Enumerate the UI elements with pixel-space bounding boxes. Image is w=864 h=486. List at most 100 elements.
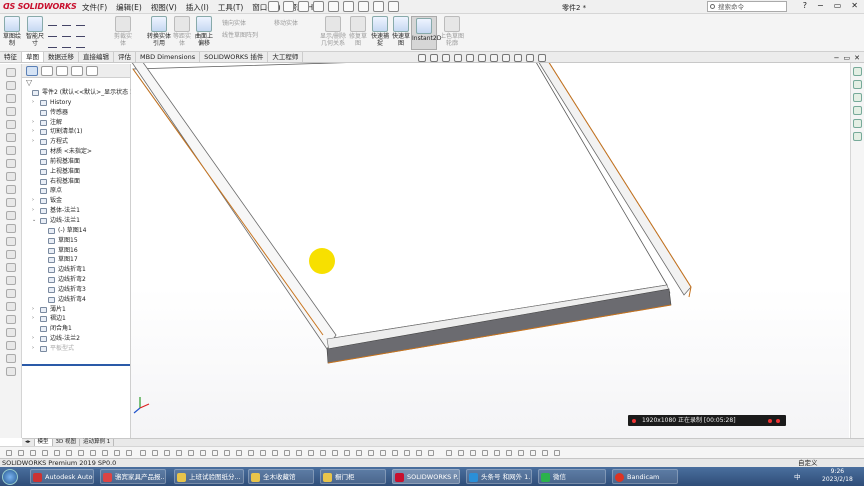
strip-icon[interactable] [5,172,16,181]
tree-node[interactable]: 前视基准面 [22,157,130,167]
tree-node[interactable]: 边线折弯4 [22,295,130,305]
tree-node[interactable]: (-) 草图14 [22,226,130,236]
tab-arrows[interactable]: ◂▸ [22,439,35,446]
tool-icon[interactable] [30,450,36,456]
taskbar-item-bandicam[interactable]: Bandicam [612,469,678,484]
tree-node[interactable]: 草图16 [22,246,130,256]
property-manager-tab-icon[interactable] [41,66,53,76]
menu-insert[interactable]: 插入(I) [186,2,209,13]
close-button[interactable]: ✕ [851,1,858,10]
mirror-entities-button[interactable]: 镜向实体 [222,18,246,27]
tree-node[interactable]: 上视基准面 [22,167,130,177]
display-manager-tab-icon[interactable] [86,66,98,76]
section-view-icon[interactable] [454,54,462,62]
repair-sketch-button[interactable]: 修复草图 [348,16,368,47]
tool-icon[interactable] [200,450,206,456]
strip-icon[interactable] [5,289,16,298]
quick-snaps-button[interactable]: 快速捕捉 [370,16,390,47]
tree-node[interactable]: 边线折弯3 [22,285,130,295]
open-icon[interactable] [298,1,309,12]
strip-icon[interactable] [5,159,16,168]
tree-node[interactable]: › 方程式 [22,137,130,147]
tab-engineer[interactable]: 大工程师 [268,52,304,62]
strip-icon[interactable] [5,354,16,363]
file-explorer-icon[interactable] [853,93,862,102]
tab-3d-views[interactable]: 3D 视图 [53,439,81,446]
move-entities-button[interactable]: 移动实体 [274,18,298,27]
select-icon[interactable] [358,1,369,12]
tool-icon[interactable] [356,450,362,456]
tool-icon[interactable] [482,450,488,456]
expand-arrow-icon[interactable]: › [32,206,34,216]
solidworks-resources-icon[interactable] [853,67,862,76]
tool-icon[interactable] [272,450,278,456]
tree-node[interactable]: 原点 [22,186,130,196]
display-relations-button[interactable]: 显示/删除几何关系 [318,16,348,47]
tool-icon[interactable] [6,450,12,456]
tool-icon[interactable] [224,450,230,456]
tool-icon[interactable] [320,450,326,456]
tab-data-migration[interactable]: 数据迁移 [44,52,79,62]
rebuild-icon[interactable] [373,1,384,12]
rollback-bar[interactable] [22,364,130,366]
tree-node[interactable]: › 平板型式 [22,344,130,354]
solidworks-logo[interactable]: ᗡS SOLIDWORKS [3,2,77,11]
menu-edit[interactable]: 编辑(E) [116,2,142,13]
tree-node[interactable]: › 切割清单(1) [22,127,130,137]
tool-icon[interactable] [212,450,218,456]
strip-icon[interactable] [5,341,16,350]
tree-node[interactable]: › 注解 [22,118,130,128]
tree-filter[interactable]: ▽ [22,78,130,88]
slot-icon[interactable] [76,18,85,26]
strip-icon[interactable] [5,250,16,259]
previous-view-icon[interactable] [442,54,450,62]
rapid-sketch-button[interactable]: 快速草图 [391,16,411,47]
expand-arrow-icon[interactable]: › [32,334,34,344]
tab-mbd-dimensions[interactable]: MBD Dimensions [136,52,201,62]
tree-node[interactable]: 右视基准面 [22,177,130,187]
taskbar-item-doc[interactable]: 骆宾家具产品报... [100,469,166,484]
expand-arrow-icon[interactable]: › [32,118,34,128]
offset-on-surface-button[interactable]: 曲面上偏移 [193,16,215,47]
tab-solidworks-addins[interactable]: SOLIDWORKS 插件 [200,52,269,62]
tab-direct-editing[interactable]: 直接编辑 [79,52,114,62]
tool-icon[interactable] [102,450,108,456]
expand-arrow-icon[interactable]: › [32,314,34,324]
tree-node[interactable]: 边线折弯1 [22,265,130,275]
appearances-icon[interactable] [853,119,862,128]
sketch-button[interactable]: 草图绘制 [2,16,22,47]
instant2d-button[interactable]: Instant2D [411,16,441,50]
tab-sketch[interactable]: 草图 [22,52,44,62]
menu-file[interactable]: 文件(F) [82,2,107,13]
tree-node[interactable]: › History [22,98,130,108]
tool-icon[interactable] [114,450,120,456]
tab-evaluate[interactable]: 评估 [114,52,136,62]
tree-node[interactable]: 闭合角1 [22,324,130,334]
help-button[interactable]: ? [803,1,807,10]
tool-icon[interactable] [404,450,410,456]
tool-icon[interactable] [164,450,170,456]
expand-arrow-icon[interactable]: › [32,137,34,147]
menu-view[interactable]: 视图(V) [151,2,177,13]
convert-entities-button[interactable]: 转换实体引用 [146,16,172,47]
tree-node[interactable]: › 钣金 [22,196,130,206]
line-icon[interactable] [48,18,57,26]
tool-icon[interactable] [332,450,338,456]
tool-icon[interactable] [368,450,374,456]
strip-icon[interactable] [5,263,16,272]
expand-arrow-icon[interactable]: › [32,344,34,354]
strip-icon[interactable] [5,367,16,376]
tool-icon[interactable] [140,450,146,456]
taskbar-item-wechat[interactable]: 微信 [538,469,606,484]
taskbar-item-solidworks[interactable]: SOLIDWORKS P... [392,469,460,484]
tool-icon[interactable] [308,450,314,456]
fillet-icon[interactable] [76,40,85,48]
tool-icon[interactable] [542,450,548,456]
undo-icon[interactable] [343,1,354,12]
status-custom[interactable]: 自定义 [798,459,818,467]
tree-node[interactable]: 材质 <未指定> [22,147,130,157]
taskbar-item-autocad[interactable]: Autodesk AutoC... [30,469,94,484]
tree-node[interactable]: 零件2 (默认<<默认>_显示状态 1>) [22,88,141,98]
tool-icon[interactable] [506,450,512,456]
strip-icon[interactable] [5,276,16,285]
